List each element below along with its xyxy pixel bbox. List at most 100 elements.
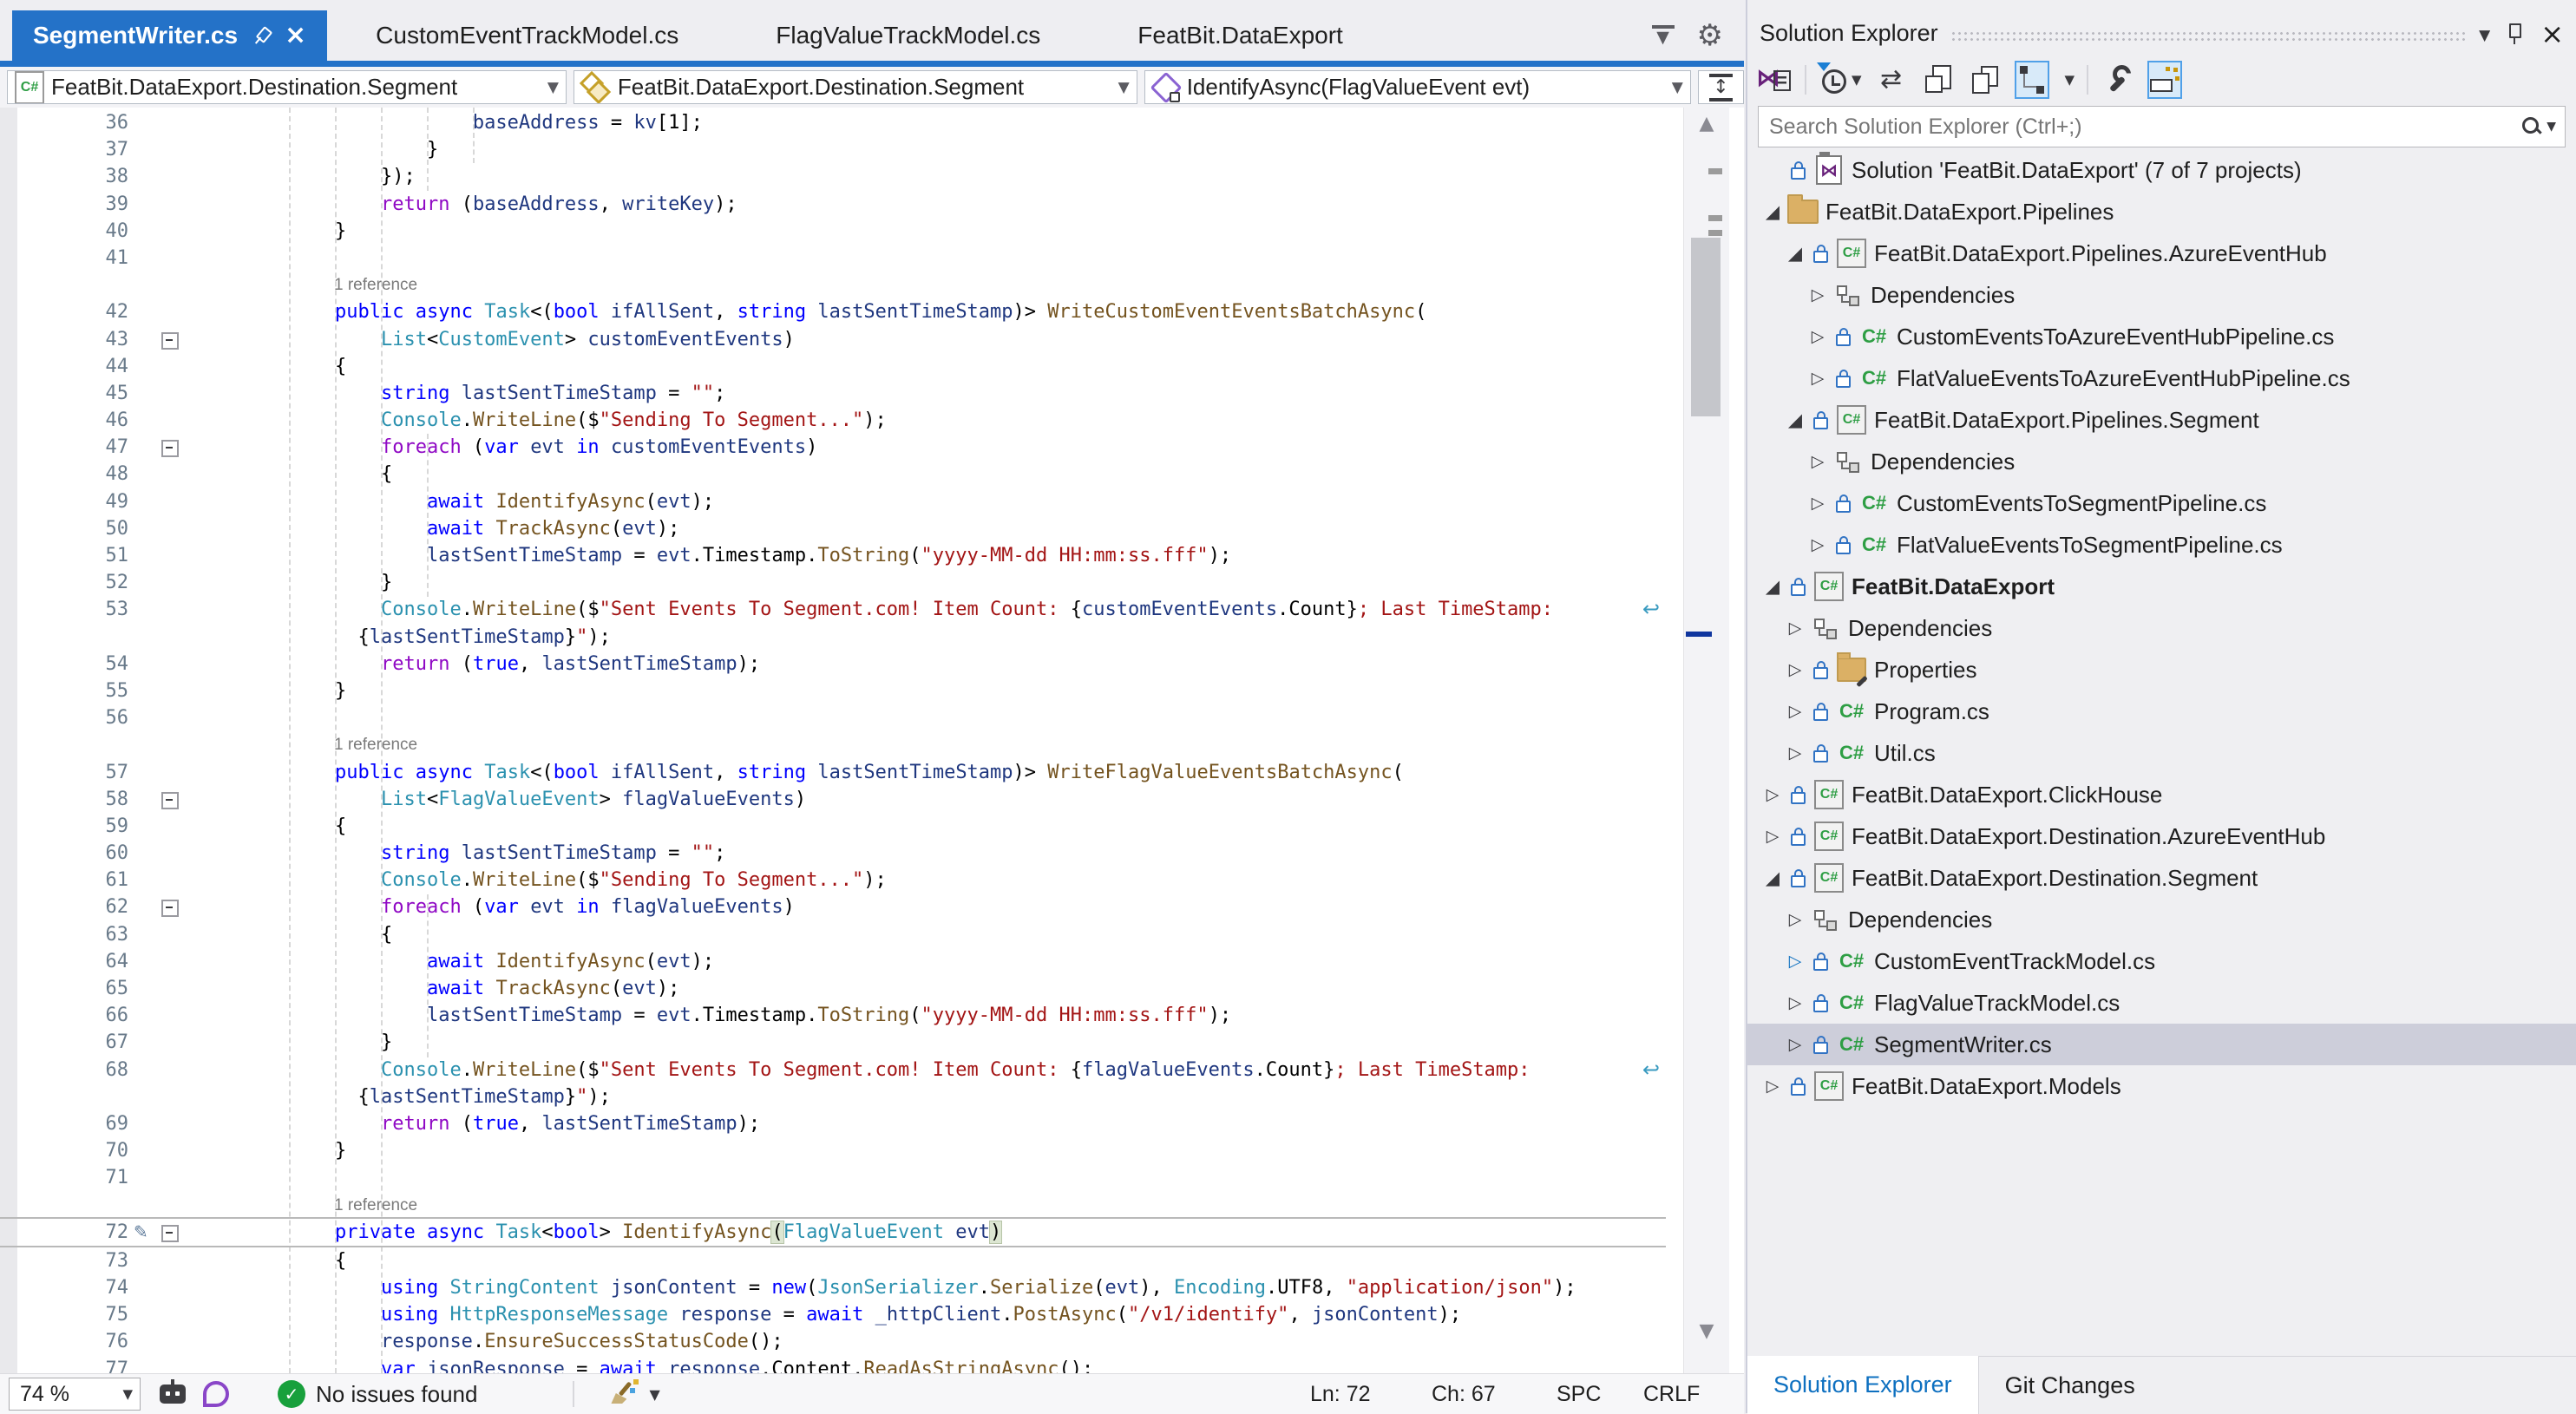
code-line[interactable]: 54 return (true, lastSentTimeStamp); xyxy=(0,651,1666,678)
tree-item-program-cs[interactable]: ▷C#Program.cs xyxy=(1747,691,2576,732)
code-line[interactable]: 52 } xyxy=(0,569,1666,596)
code-line[interactable]: 58 List<FlagValueEvent> flagValueEvents) xyxy=(0,786,1666,813)
tree-item-dependencies[interactable]: ▷Dependencies xyxy=(1747,441,2576,482)
code-line[interactable]: 70 } xyxy=(0,1137,1666,1164)
code-line[interactable]: 66 lastSentTimeStamp = evt.Timestamp.ToS… xyxy=(0,1002,1666,1029)
expander-collapsed-icon[interactable]: ▷ xyxy=(1805,494,1831,513)
tree-item-customeventstoazureeventhubpipeline-cs[interactable]: ▷C#CustomEventsToAzureEventHubPipeline.c… xyxy=(1747,316,2576,357)
expander-expanded-icon[interactable]: ◢ xyxy=(1760,867,1786,888)
tree-item-featbit-dataexport-destination-azureeventhub[interactable]: ▷C#FeatBit.DataExport.Destination.AzureE… xyxy=(1747,815,2576,857)
expander-collapsed-icon[interactable]: ▷ xyxy=(1805,535,1831,554)
code-line[interactable]: 46 Console.WriteLine($"Sending To Segmen… xyxy=(0,407,1666,434)
search-icon[interactable] xyxy=(2520,115,2543,138)
tab-git-changes[interactable]: Git Changes xyxy=(1979,1357,2161,1414)
panel-drag-texture[interactable] xyxy=(1950,30,2467,43)
search-options-dropdown-icon[interactable]: ▼ xyxy=(2547,120,2556,134)
split-editor-button[interactable]: ↕ xyxy=(1698,70,1744,104)
scroll-up-arrow-icon[interactable]: ▲ xyxy=(1684,113,1729,134)
code-line[interactable]: 63 { xyxy=(0,921,1666,948)
show-all-files-button[interactable] xyxy=(1968,61,2002,99)
code-line[interactable]: 45 string lastSentTimeStamp = ""; xyxy=(0,380,1666,407)
expander-collapsed-icon[interactable]: ▷ xyxy=(1782,702,1808,721)
code-line[interactable]: 57 public async Task<(bool ifAllSent, st… xyxy=(0,759,1666,786)
code-line[interactable]: 74 using StringContent jsonContent = new… xyxy=(0,1274,1666,1301)
zoom-level-dropdown[interactable]: 74 % ▼ xyxy=(9,1378,141,1411)
hidden-tabs-dropdown-icon[interactable]: ▼ xyxy=(1652,25,1675,47)
expander-collapsed-icon[interactable]: ▷ xyxy=(1782,910,1808,929)
codelens-references[interactable]: 1 reference xyxy=(195,731,417,758)
code-line[interactable]: 51 lastSentTimeStamp = evt.Timestamp.ToS… xyxy=(0,542,1666,569)
code-line[interactable]: 40 } xyxy=(0,218,1666,245)
tree-item-flagvaluetrackmodel-cs[interactable]: ▷C#FlagValueTrackModel.cs xyxy=(1747,982,2576,1024)
code-line[interactable]: 50 await TrackAsync(evt); xyxy=(0,515,1666,542)
codelens-references[interactable]: 1 reference xyxy=(195,272,417,298)
expander-collapsed-icon[interactable]: ▷ xyxy=(1760,1077,1786,1096)
expander-collapsed-icon[interactable]: ▷ xyxy=(1782,993,1808,1012)
expander-collapsed-icon[interactable]: ▷ xyxy=(1805,285,1831,304)
close-tab-icon[interactable]: × xyxy=(285,23,306,49)
expander-collapsed-icon[interactable]: ▷ xyxy=(1782,1035,1808,1054)
code-line[interactable]: {lastSentTimeStamp}"); xyxy=(0,624,1666,651)
code-editor[interactable]: 36 baseAddress = kv[1];37 }38 });39 retu… xyxy=(0,108,1744,1373)
tab-settings-gear-icon[interactable]: ⚙ xyxy=(1697,18,1723,53)
tree-item-featbit-dataexport-models[interactable]: ▷C#FeatBit.DataExport.Models xyxy=(1747,1065,2576,1107)
code-line[interactable]: 43 List<CustomEvent> customEventEvents) xyxy=(0,326,1666,353)
pin-tab-icon[interactable] xyxy=(247,22,275,50)
collapse-region-box[interactable] xyxy=(161,440,179,457)
code-line[interactable]: 65 await TrackAsync(evt); xyxy=(0,975,1666,1002)
tree-item-dependencies[interactable]: ▷Dependencies xyxy=(1747,274,2576,316)
scroll-down-arrow-icon[interactable]: ▼ xyxy=(1684,1320,1729,1342)
code-line[interactable]: 48 { xyxy=(0,461,1666,488)
code-line[interactable]: 44 { xyxy=(0,353,1666,380)
close-panel-icon[interactable]: × xyxy=(2540,17,2564,50)
collapse-region-box[interactable] xyxy=(161,332,179,350)
code-line[interactable]: 69 return (true, lastSentTimeStamp); xyxy=(0,1110,1666,1137)
code-line[interactable]: 71 xyxy=(0,1164,1666,1191)
code-line[interactable]: 42 public async Task<(bool ifAllSent, st… xyxy=(0,298,1666,325)
tree-item-customeventstosegmentpipeline-cs[interactable]: ▷C#CustomEventsToSegmentPipeline.cs xyxy=(1747,482,2576,524)
expander-collapsed-icon[interactable]: ▷ xyxy=(1760,827,1786,846)
line-indicator[interactable]: Ln: 72 xyxy=(1310,1382,1406,1407)
code-line[interactable]: 49 await IdentifyAsync(evt); xyxy=(0,488,1666,515)
code-line[interactable]: 47 foreach (var evt in customEventEvents… xyxy=(0,434,1666,461)
codelens-row[interactable]: 1 reference xyxy=(0,1192,1666,1219)
code-line[interactable]: 38 }); xyxy=(0,163,1666,190)
tree-item-properties[interactable]: ▷Properties xyxy=(1747,649,2576,691)
chevron-down-icon[interactable]: ▼ xyxy=(2065,72,2075,88)
codelens-row[interactable]: 1 reference xyxy=(0,272,1666,298)
code-line[interactable]: 59 { xyxy=(0,813,1666,840)
code-line[interactable]: {lastSentTimeStamp}"); xyxy=(0,1083,1666,1110)
editor-vertical-scrollbar[interactable]: ▲ ▼ xyxy=(1683,108,1729,1373)
tree-item-util-cs[interactable]: ▷C#Util.cs xyxy=(1747,732,2576,774)
expander-collapsed-icon[interactable]: ▷ xyxy=(1805,452,1831,471)
code-line[interactable]: 62 foreach (var evt in flagValueEvents) xyxy=(0,894,1666,920)
expander-collapsed-icon[interactable]: ▷ xyxy=(1782,952,1808,971)
code-line[interactable]: 67 } xyxy=(0,1029,1666,1056)
tree-item-flatvalueeventstosegmentpipeline-cs[interactable]: ▷C#FlatValueEventsToSegmentPipeline.cs xyxy=(1747,524,2576,566)
code-line[interactable]: 39 return (baseAddress, writeKey); xyxy=(0,191,1666,218)
collapse-region-box[interactable] xyxy=(161,792,179,809)
expander-expanded-icon[interactable]: ◢ xyxy=(1782,243,1808,264)
code-line[interactable]: 77 var jsonResponse = await response.Con… xyxy=(0,1356,1666,1373)
pending-changes-filter-button[interactable]: ▼ xyxy=(1819,61,1862,99)
expander-collapsed-icon[interactable]: ▷ xyxy=(1782,743,1808,763)
expander-collapsed-icon[interactable]: ▷ xyxy=(1782,619,1808,638)
tree-item-featbit-dataexport-clickhouse[interactable]: ▷C#FeatBit.DataExport.ClickHouse xyxy=(1747,774,2576,815)
chevron-down-icon[interactable]: ▼ xyxy=(649,1386,659,1403)
document-tab[interactable]: FlagValueTrackModel.cs xyxy=(727,10,1089,61)
code-cleanup-broom-icon[interactable] xyxy=(609,1379,639,1409)
member-dropdown[interactable]: IdentifyAsync(FlagValueEvent evt) ▼ xyxy=(1144,70,1691,104)
expander-expanded-icon[interactable]: ◢ xyxy=(1760,201,1786,222)
expander-collapsed-icon[interactable]: ▷ xyxy=(1782,660,1808,679)
code-line[interactable]: 56 xyxy=(0,704,1666,731)
codelens-references[interactable]: 1 reference xyxy=(195,1192,417,1219)
tree-item-dependencies[interactable]: ▷Dependencies xyxy=(1747,607,2576,649)
code-line[interactable]: 75 using HttpResponseMessage response = … xyxy=(0,1301,1666,1328)
collapse-region-box[interactable] xyxy=(161,900,179,917)
code-line[interactable]: 68 Console.WriteLine($"Sent Events To Se… xyxy=(0,1057,1666,1083)
code-line[interactable]: 61 Console.WriteLine($"Sending To Segmen… xyxy=(0,867,1666,894)
track-active-item-button[interactable] xyxy=(2015,61,2049,99)
expander-collapsed-icon[interactable]: ▷ xyxy=(1760,785,1786,804)
preview-selected-items-button[interactable] xyxy=(2147,61,2182,99)
tree-item-dependencies[interactable]: ▷Dependencies xyxy=(1747,899,2576,940)
